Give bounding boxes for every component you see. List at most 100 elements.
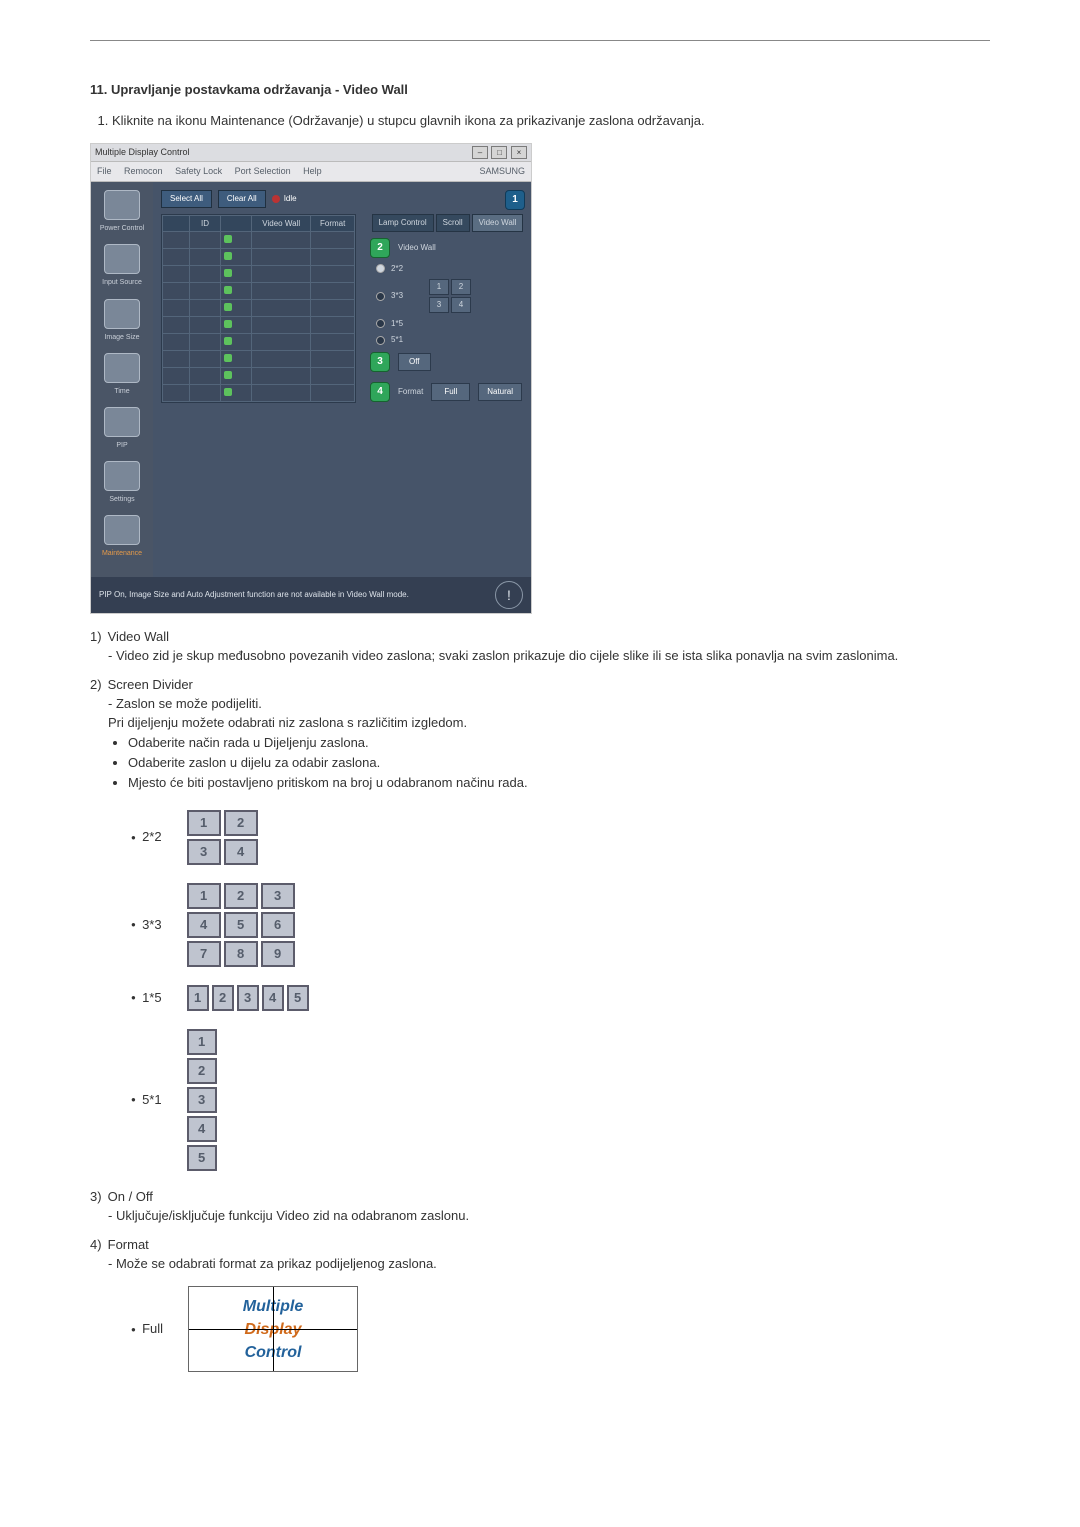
table-row[interactable] [163,232,355,249]
cell: 1 [187,1029,217,1055]
cell: 3 [237,985,259,1011]
top-rule [90,40,990,41]
status-dot [224,337,232,345]
tab-videowall[interactable]: Video Wall [472,214,524,232]
opt-3x3[interactable]: 3*3 12 34 [376,279,525,312]
table-row[interactable] [163,334,355,351]
table-row[interactable] [163,300,355,317]
sidebar-item-time[interactable]: Time [91,387,153,397]
opt-1x5[interactable]: 1*5 [376,318,525,330]
cell: 2 [212,985,234,1011]
title-text: Multiple Display Control [95,146,190,159]
menu-file[interactable]: File [97,166,112,176]
power-icon[interactable] [104,190,140,220]
sidebar-item-settings[interactable]: Settings [91,495,153,505]
cell: 7 [187,941,221,967]
cell[interactable]: 2 [451,279,471,295]
item-3: 3) On / Off Uključuje/isključuje funkcij… [90,1188,990,1226]
sidebar-item-input[interactable]: Input Source [91,278,153,288]
settings-icon[interactable] [104,461,140,491]
col-check[interactable] [163,215,190,232]
item-1-title: Video Wall [108,629,169,644]
status-dot [224,320,232,328]
menu-remocon[interactable]: Remocon [124,166,163,176]
cell: 3 [187,839,221,865]
select-all-button[interactable]: Select All [161,190,212,208]
layout-label-5x1: 5*1 [130,1028,186,1172]
col-format[interactable]: Format [311,215,355,232]
menu-portselection[interactable]: Port Selection [235,166,291,176]
full-line-2: Display [245,1318,302,1341]
cell: 1 [187,985,209,1011]
format-label: Format [398,386,423,398]
status-dot [224,269,232,277]
item-2-p2: Pri dijeljenju možete odabrati niz zaslo… [108,715,467,730]
step-1: Kliknite na ikonu Maintenance (Održavanj… [112,112,990,131]
opt-5x1[interactable]: 5*1 [376,334,525,346]
status-dot [224,388,232,396]
time-icon[interactable] [104,353,140,383]
cell: 5 [287,985,309,1011]
tab-scroll[interactable]: Scroll [436,214,470,232]
menu-bar: File Remocon Safety Lock Port Selection … [91,161,531,182]
table-row[interactable] [163,385,355,402]
window-buttons[interactable]: – □ × [471,146,527,160]
cell[interactable]: 4 [451,297,471,313]
cell: 2 [224,883,258,909]
idle-indicator: Idle [272,193,297,205]
col-id[interactable]: ID [190,215,221,232]
display-table: ID Video Wall Format [161,214,356,404]
item-3-title: On / Off [108,1189,153,1204]
maximize-icon[interactable]: □ [491,146,507,159]
item-2-b1: Odaberite način rada u Dijeljenju zaslon… [128,734,990,753]
clear-all-button[interactable]: Clear All [218,190,266,208]
table-row[interactable] [163,266,355,283]
app-body: Power Control Input Source Image Size Ti… [91,182,531,577]
cell: 5 [224,912,258,938]
opt-2x2[interactable]: 2*2 [376,263,525,275]
sidebar-item-power[interactable]: Power Control [91,224,153,234]
full-button[interactable]: Full [431,383,470,401]
table-row[interactable] [163,283,355,300]
table-row[interactable] [163,317,355,334]
right-panel: 1 Lamp Control Scroll Video Wall 2 Video… [364,182,531,577]
cell: 8 [224,941,258,967]
cell[interactable]: 3 [429,297,449,313]
table-row[interactable] [163,249,355,266]
col-status[interactable] [221,215,252,232]
cell: 1 [187,810,221,836]
warning-icon: ! [495,581,523,609]
cell: 4 [187,1116,217,1142]
table-row[interactable] [163,368,355,385]
menu-safetylock[interactable]: Safety Lock [175,166,222,176]
menu-help[interactable]: Help [303,166,322,176]
full-line-1: Multiple [243,1295,303,1318]
cell: 3 [187,1087,217,1113]
status-dot [224,354,232,362]
brand-label: SAMSUNG [479,165,525,178]
format-row: 4 Format Full Natural [370,382,525,402]
table-row[interactable] [163,351,355,368]
off-button[interactable]: Off [398,353,431,371]
tab-lampcontrol[interactable]: Lamp Control [372,214,434,232]
natural-button[interactable]: Natural [478,383,522,401]
cell[interactable]: 1 [429,279,449,295]
step-list: Kliknite na ikonu Maintenance (Održavanj… [90,112,990,131]
input-icon[interactable] [104,244,140,274]
close-icon[interactable]: × [511,146,527,159]
sidebar-item-imagesize[interactable]: Image Size [91,333,153,343]
sidebar-item-maintenance[interactable]: Maintenance [91,549,153,559]
minimize-icon[interactable]: – [472,146,488,159]
col-videowall[interactable]: Video Wall [252,215,311,232]
status-dot [224,303,232,311]
imagesize-icon[interactable] [104,299,140,329]
maintenance-icon[interactable] [104,515,140,545]
cell: 4 [187,912,221,938]
layout-label-3x3: 3*3 [130,882,186,968]
item-2: 2) Screen Divider Zaslon se može podijel… [90,676,990,1172]
pip-icon[interactable] [104,407,140,437]
full-format-image: Multiple Display Control [188,1286,358,1372]
cell: 3 [261,883,295,909]
marker-4: 4 [370,382,390,402]
sidebar-item-pip[interactable]: PIP [91,441,153,451]
